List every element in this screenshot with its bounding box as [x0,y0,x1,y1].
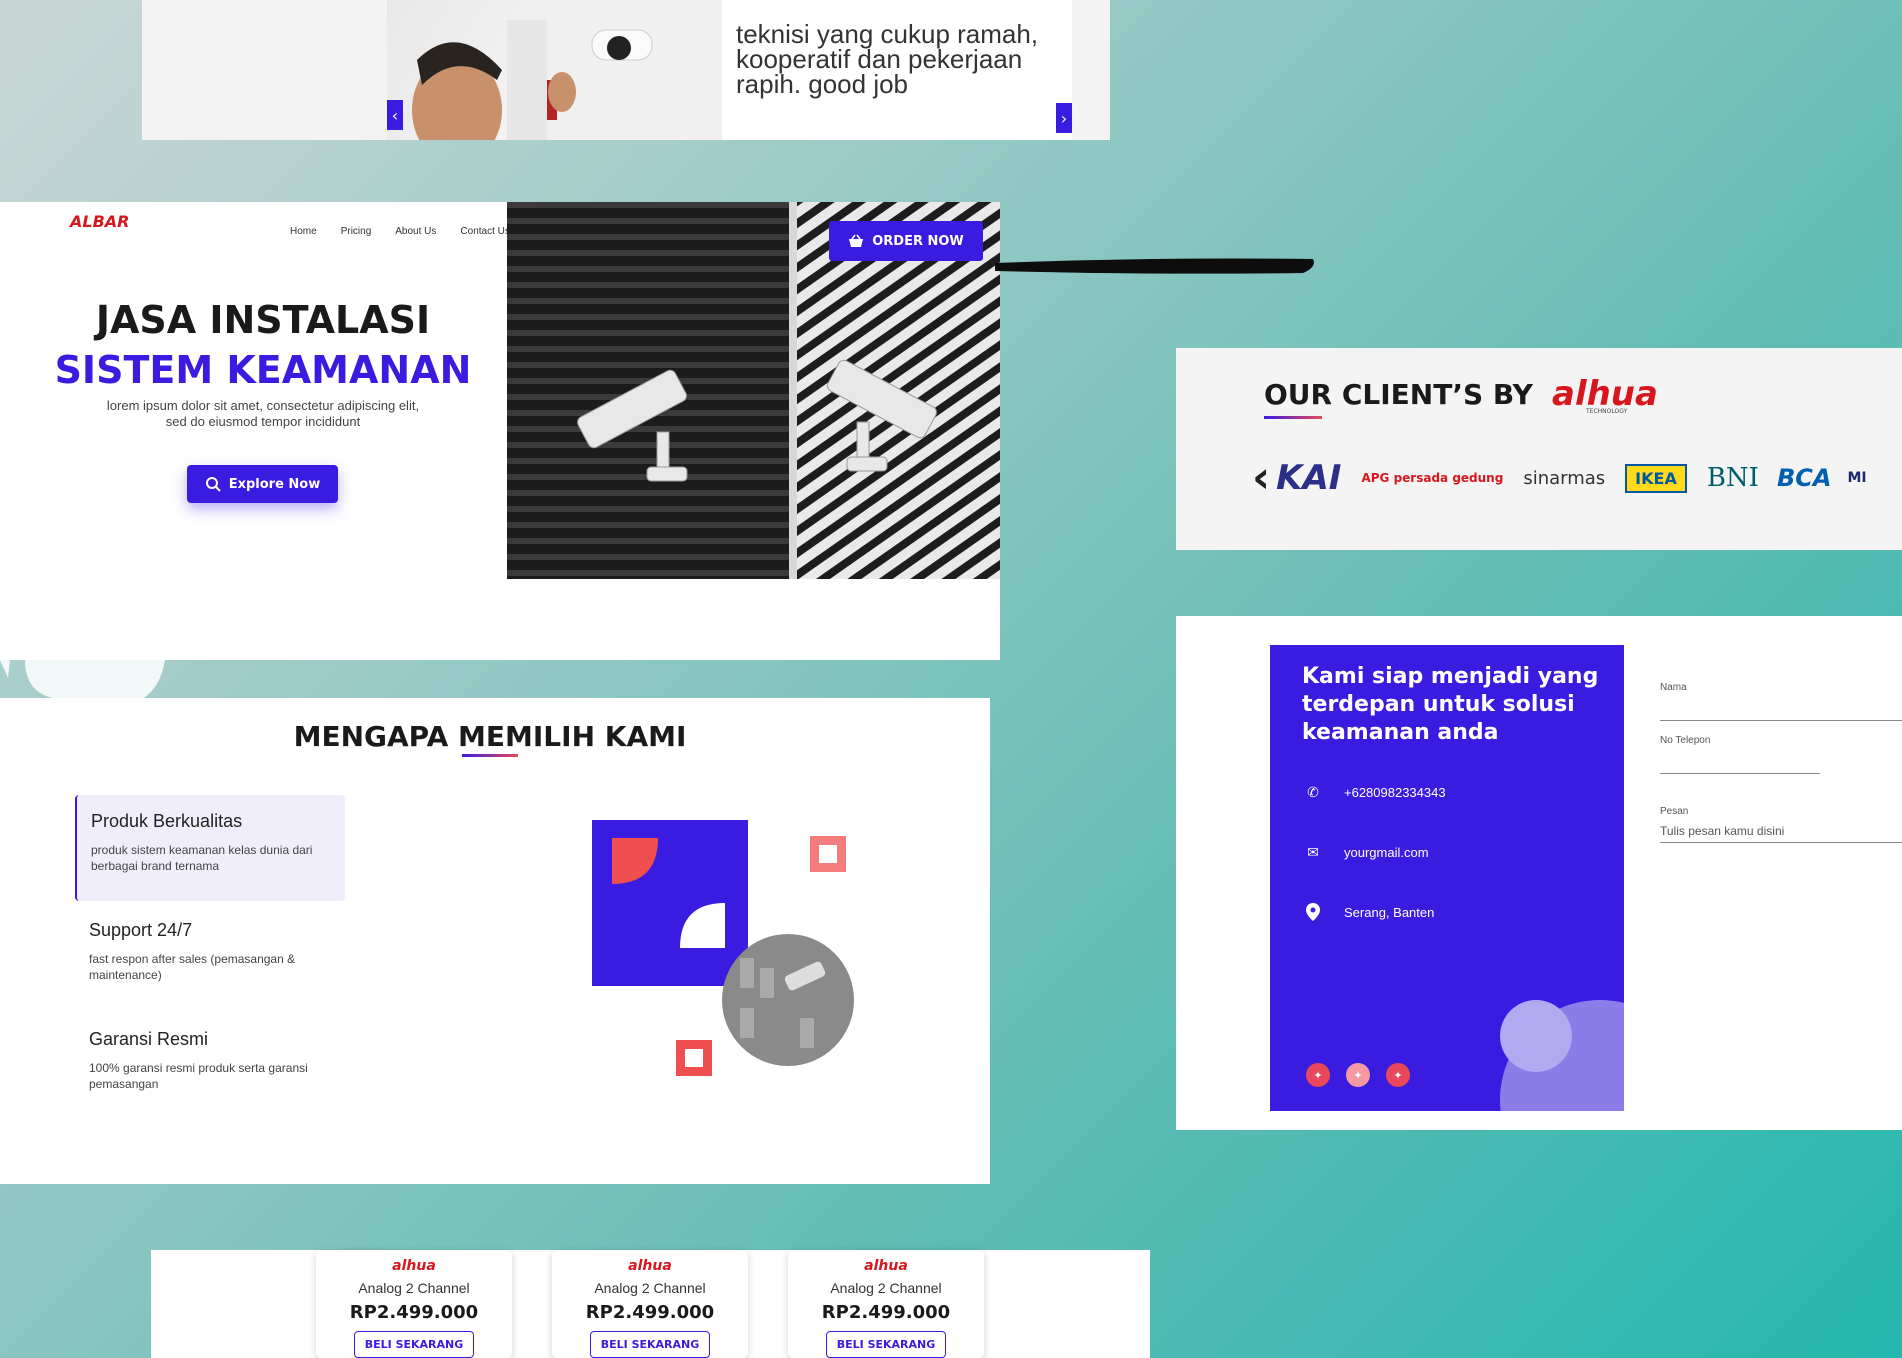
message-input[interactable]: Tulis pesan kamu disini [1660,824,1784,838]
phone-label: No Telepon [1660,735,1711,746]
feature-desc: 100% garansi resmi produk serta garansi … [89,1061,308,1091]
contact-location: Serang, Banten [1344,904,1435,920]
pricing-name: Analog 2 Channel [594,1280,706,1296]
order-now-label: ORDER NOW [872,233,964,249]
feature-card-warranty[interactable]: Garansi Resmi 100% garansi resmi produk … [75,1013,345,1113]
testimonial-next-button[interactable]: › [1056,103,1072,133]
mail-icon: ✉ [1307,843,1319,860]
contact-info-panel: Kami siap menjadi yang terdepan untuk so… [1270,645,1624,1111]
twitter-icon[interactable]: ✦ [1386,1063,1410,1087]
feature-desc: fast respon after sales (pemasangan & ma… [89,952,296,982]
pricing-name: Analog 2 Channel [358,1280,470,1296]
chevron-right-icon: › [1060,108,1068,128]
why-title: MENGAPA MEMILIH KAMI [293,720,687,753]
contact-phone-row[interactable]: ✆ +6280982334343 [1304,783,1446,801]
client-logo-kai: KAI [1276,458,1342,498]
geometric-illustration [592,820,854,1076]
nav-about-us[interactable]: About Us [395,226,436,237]
name-input[interactable] [1660,720,1902,721]
client-logo-sinarmas: sinarmas [1523,467,1606,489]
chevron-left-icon: ‹ [391,105,399,125]
pricing-brand: alhua [392,1258,436,1274]
message-label: Pesan [1660,806,1689,817]
hero-section: ALBAR Home Pricing About Us Contact Us J… [0,202,1000,660]
pricing-section: alhua Analog 2 Channel RP2.499.000 BELI … [151,1250,1150,1358]
testimonial-section: ‹ teknisi yang cukup ramah, kooperatif d… [142,0,1110,140]
hero-subtitle: lorem ipsum dolor sit amet, consectetur … [106,398,420,429]
location-pin-icon [1304,903,1322,921]
pricing-card: alhua Analog 2 Channel RP2.499.000 BELI … [552,1250,748,1358]
main-nav: Home Pricing About Us Contact Us [290,226,510,237]
client-logo-ikea: IKEA [1625,463,1687,493]
pricing-brand: alhua [864,1258,908,1274]
explore-now-label: Explore Now [228,476,321,492]
explore-now-button[interactable]: Explore Now [187,465,338,503]
social-links: ✦ ✦ ✦ [1306,1063,1410,1087]
contact-section: Kami siap menjadi yang terdepan untuk so… [1176,616,1902,1130]
why-choose-us-section: MENGAPA MEMILIH KAMI Produk Berkualitas … [0,698,990,1184]
client-logo-bca: BCA [1776,464,1832,492]
nav-home[interactable]: Home [290,226,317,237]
contact-email-row[interactable]: ✉ yourgmail.com [1304,843,1429,861]
pricing-name: Analog 2 Channel [830,1280,942,1296]
twitter-icon[interactable]: ✦ [1306,1063,1330,1087]
buy-now-button[interactable]: BELI SEKARANG [353,1331,475,1358]
testimonial-prev-button[interactable]: ‹ [387,100,403,130]
title-underline [1264,416,1322,419]
feature-card-support[interactable]: Support 24/7 fast respon after sales (pe… [75,904,345,1004]
title-underline [462,754,518,757]
contact-heading: Kami siap menjadi yang terdepan untuk so… [1302,664,1599,745]
dahua-logo-sub: TECHNOLOGY [1586,408,1628,415]
hero-title: JASA INSTALASI [95,298,431,342]
contact-location-row[interactable]: Serang, Banten [1304,903,1434,921]
nav-contact-us[interactable]: Contact Us [460,226,509,237]
pricing-brand: alhua [628,1258,672,1274]
wave-decoration [0,660,165,700]
name-label: Nama [1660,682,1687,693]
feature-desc: produk sistem keamanan kelas dunia dari … [91,843,313,873]
pricing-price: RP2.499.000 [821,1302,951,1323]
contact-phone: +6280982334343 [1344,784,1446,800]
feature-title: Garansi Resmi [89,1029,209,1049]
feature-card-quality[interactable]: Produk Berkualitas produk sistem keamana… [75,795,345,901]
client-logo-apg: APG persada gedung [1361,471,1504,485]
twitter-icon[interactable]: ✦ [1346,1063,1370,1087]
pricing-card: alhua Analog 2 Channel RP2.499.000 BELI … [788,1250,984,1358]
client-logo-mi: MI [1847,470,1867,486]
pricing-price: RP2.499.000 [585,1302,715,1323]
brush-stroke-decoration [995,258,1314,274]
carousel-prev-icon[interactable]: ‹ [1252,456,1270,500]
feature-title: Support 24/7 [89,920,193,940]
basket-icon [849,234,864,247]
client-logo-bni: BNI [1706,463,1759,493]
technician-photo [387,0,722,140]
buy-now-button[interactable]: BELI SEKARANG [589,1331,711,1358]
feature-title: Produk Berkualitas [91,811,243,831]
order-now-button[interactable]: ORDER NOW [829,221,983,261]
hero-title-accent: SISTEM KEAMANAN [54,348,472,392]
nav-pricing[interactable]: Pricing [341,226,372,237]
decor-circle-small [1500,1000,1572,1072]
buy-now-button[interactable]: BELI SEKARANG [825,1331,947,1358]
phone-icon: ✆ [1307,783,1319,800]
pricing-card: alhua Analog 2 Channel RP2.499.000 BELI … [316,1250,512,1358]
site-logo[interactable]: ALBAR [70,212,129,231]
pricing-price: RP2.499.000 [349,1302,479,1323]
client-logo-carousel: ‹ KAI APG persada gedung sinarmas IKEA B… [1252,456,1867,500]
message-underline [1660,842,1902,843]
search-icon [205,477,221,492]
clients-section: OUR CLIENT’S BY alhua TECHNOLOGY ‹ KAI A… [1176,348,1902,550]
phone-input[interactable] [1660,773,1820,774]
clients-title: OUR CLIENT’S BY [1264,378,1533,411]
contact-email: yourgmail.com [1344,844,1429,860]
testimonial-quote: teknisi yang cukup ramah, kooperatif dan… [722,0,1072,140]
